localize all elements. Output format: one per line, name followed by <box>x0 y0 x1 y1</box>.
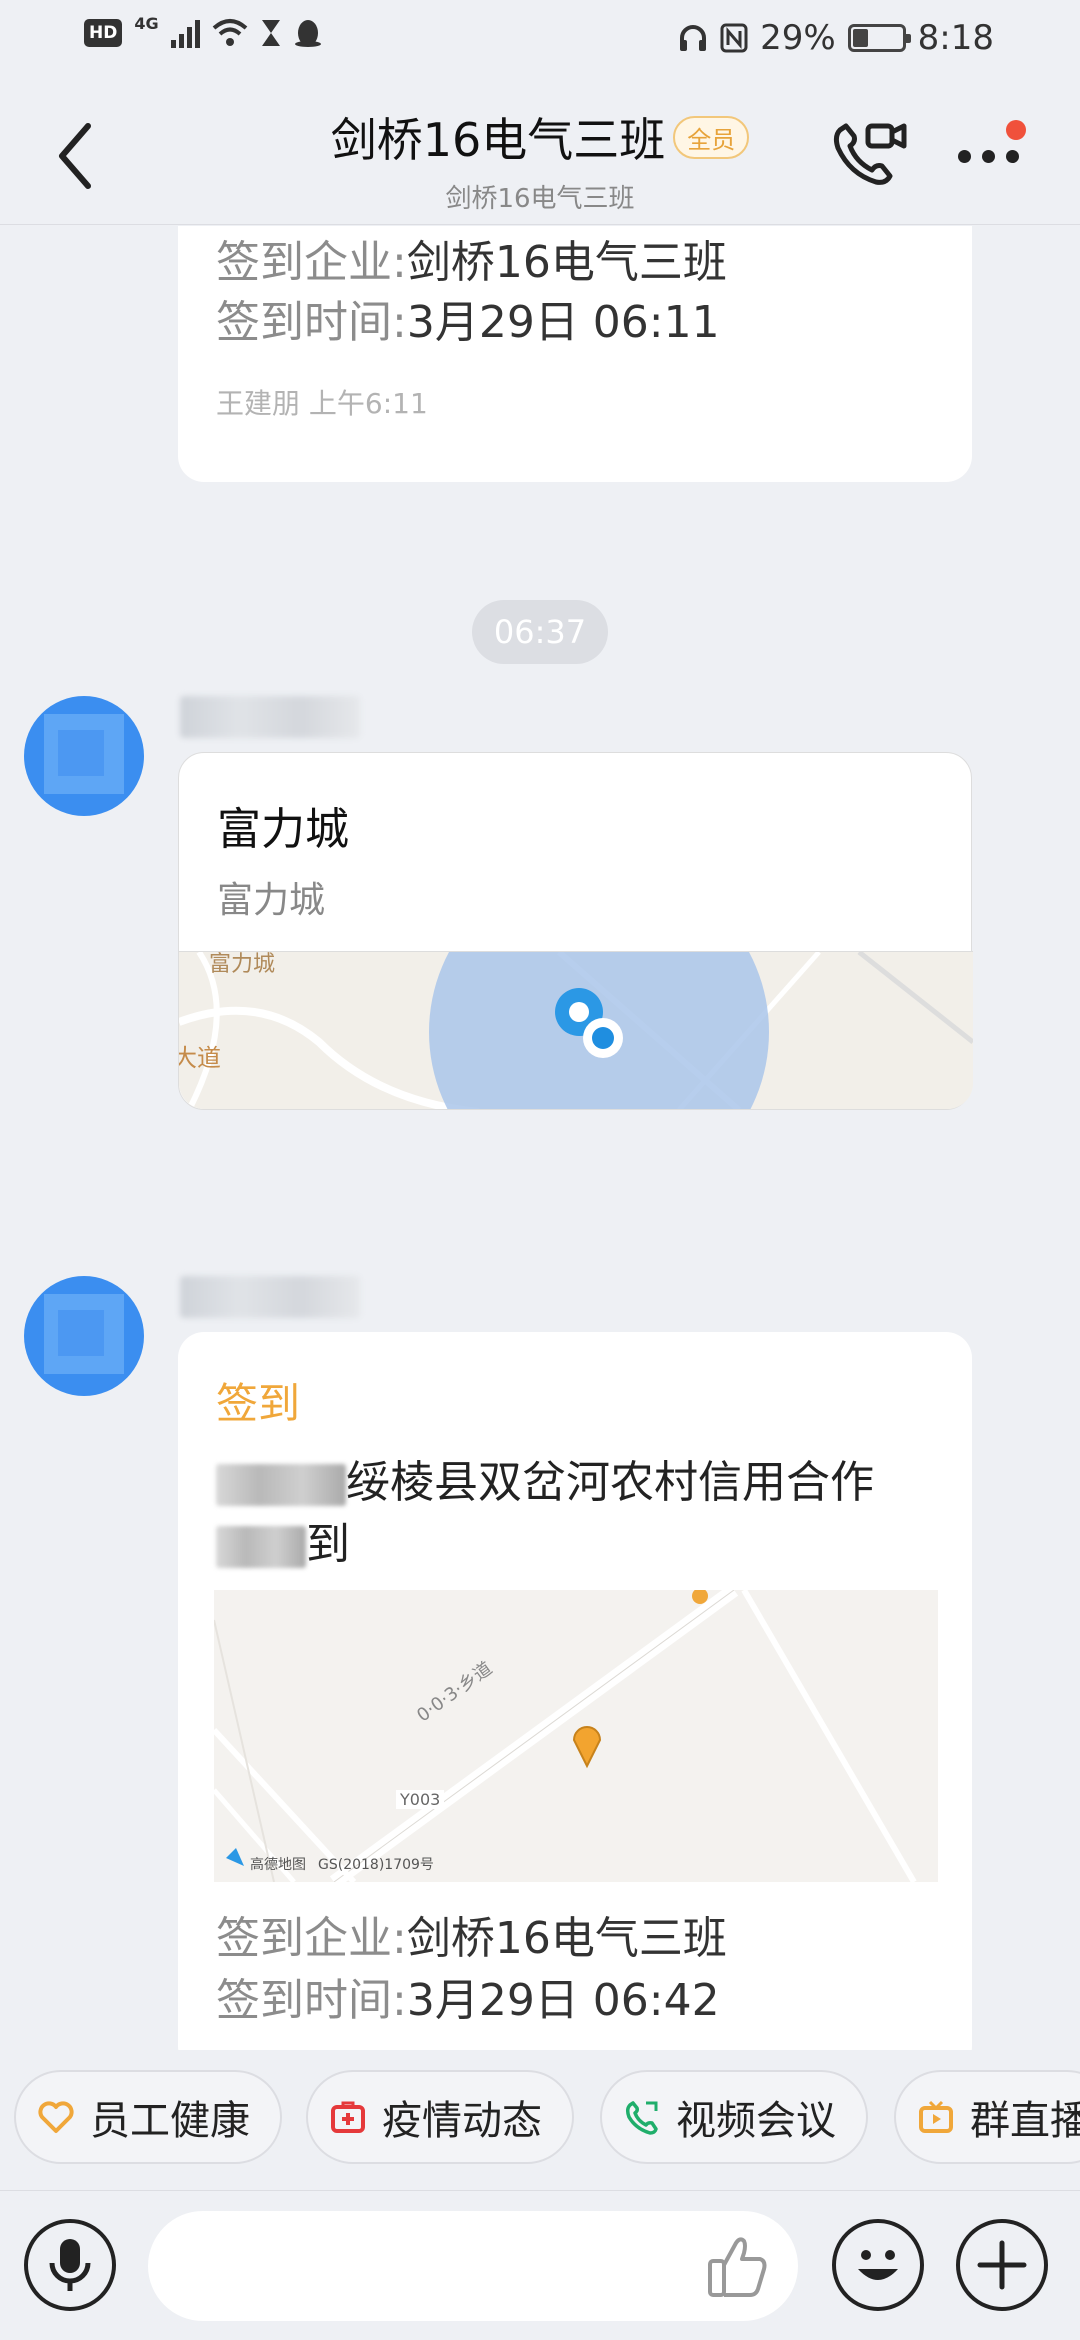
heart-icon <box>38 2101 74 2133</box>
plus-button[interactable] <box>956 2219 1048 2311</box>
checkin-suffix: 到 <box>306 1519 350 1570</box>
checkin-map[interactable]: 0·0·3·乡道 Y003 高德地图 GS(2018)1709号 <box>214 1590 938 1882</box>
tv-icon <box>919 2100 953 2133</box>
map-graphic <box>179 952 973 1109</box>
nfc-icon <box>720 23 748 53</box>
map-license: GS(2018)1709号 <box>318 1857 434 1873</box>
network-type: 4G <box>134 13 159 33</box>
voice-button[interactable] <box>24 2219 116 2311</box>
time-label: 签到时间: <box>216 1975 407 2026</box>
map-provider-logo: 高德地图 <box>250 1857 306 1873</box>
wifi-icon <box>212 19 247 46</box>
redacted-text <box>216 1526 306 1568</box>
time-value: 3月29日 06:11 <box>406 297 720 348</box>
map-label: 富力城 <box>209 952 276 977</box>
emoji-icon <box>858 2250 898 2280</box>
microphone-icon <box>49 2239 91 2291</box>
checkin-time-row: 签到时间:3月29日 06:42 <box>216 1964 720 2028</box>
checkin-place: 绥棱县双岔河农村信用合作 <box>346 1457 874 1508</box>
avatar[interactable] <box>24 1276 144 1396</box>
all-members-badge: 全员 <box>673 115 750 159</box>
chip-label: 疫情动态 <box>382 2098 542 2144</box>
time-value: 3月29日 06:42 <box>406 1975 720 2026</box>
avatar[interactable] <box>24 696 144 816</box>
checkin-card[interactable]: 签到企业:剑桥16电气三班 签到时间:3月29日 06:11 王建朋 上午6:1… <box>178 226 972 482</box>
time-divider: 06:37 <box>472 600 608 664</box>
location-title: 富力城 <box>217 804 349 855</box>
company-value: 剑桥16电气三班 <box>406 1913 727 1964</box>
title-area: 剑桥16电气三班 全员 剑桥16电气三班 <box>0 104 1080 215</box>
map-graphic <box>214 1590 938 1882</box>
chat-subtitle: 剑桥16电气三班 <box>445 184 635 214</box>
company-label: 签到企业: <box>216 237 407 288</box>
penguin-icon <box>294 20 321 47</box>
time-label: 签到时间: <box>216 297 407 348</box>
plus-icon <box>977 2240 1027 2290</box>
quick-action-epidemic[interactable]: 疫情动态 <box>306 2070 574 2164</box>
company-value: 剑桥16电气三班 <box>406 237 727 288</box>
location-subtitle: 富力城 <box>217 880 326 921</box>
sender-name-blurred <box>180 1276 360 1318</box>
chip-label: 员工健康 <box>90 2098 250 2144</box>
checkin-company-row: 签到企业:剑桥16电气三班 <box>216 226 727 290</box>
chat-title: 剑桥16电气三班 <box>330 113 666 167</box>
thumbs-up-icon[interactable] <box>704 2231 774 2301</box>
checkin-tag: 签到 <box>216 1379 301 1428</box>
redacted-text <box>216 1464 346 1506</box>
message-list[interactable]: 签到企业:剑桥16电气三班 签到时间:3月29日 06:11 王建朋 上午6:1… <box>0 226 1080 2050</box>
quick-action-video-meeting[interactable]: 视频会议 <box>600 2070 868 2164</box>
checkin-text-line1: 绥棱县双岔河农村信用合作 <box>216 1446 874 1510</box>
chat-header: 剑桥16电气三班 全员 剑桥16电气三班 <box>0 80 1080 225</box>
quick-action-health[interactable]: 员工健康 <box>14 2070 282 2164</box>
notification-dot <box>1006 120 1026 140</box>
chip-label: 群直播 <box>970 2098 1080 2144</box>
company-label: 签到企业: <box>216 1913 407 1964</box>
battery-icon <box>847 24 911 52</box>
sender-name-blurred <box>180 696 360 738</box>
more-options-button[interactable] <box>958 120 1038 190</box>
quick-action-bar[interactable]: 员工健康 疫情动态 视频会议 群直播 <box>0 2050 1080 2190</box>
signal-icon <box>170 18 200 48</box>
medical-kit-icon <box>331 2101 365 2133</box>
emoji-button[interactable] <box>832 2219 924 2311</box>
hourglass-icon <box>261 20 280 46</box>
clock: 8:18 <box>917 18 994 58</box>
quick-action-live[interactable]: 群直播 <box>894 2070 1080 2164</box>
sender-time: 王建朋 上午6:11 <box>216 387 428 420</box>
map-label: 大道 <box>179 1044 221 1072</box>
status-bar: HD 4G 29% 8:18 <box>0 0 1080 80</box>
video-call-icon[interactable] <box>830 118 910 188</box>
road-label: Y003 <box>396 1790 445 1809</box>
checkin-card[interactable]: 签到 绥棱县双岔河农村信用合作 到 0·0·3·乡道 Y003 高德地图 GS(… <box>178 1332 972 2050</box>
battery-percent: 29% <box>760 18 836 58</box>
video-call-icon <box>625 2101 658 2135</box>
hd-icon: HD <box>84 19 123 47</box>
checkin-text-line2: 到 <box>216 1508 350 1572</box>
checkin-company-row: 签到企业:剑桥16电气三班 <box>216 1902 727 1966</box>
location-card[interactable]: 富力城 富力城 富力城 大道 <box>178 752 973 1110</box>
input-bar <box>0 2190 1080 2340</box>
checkin-time-row: 签到时间:3月29日 06:11 <box>216 286 720 350</box>
message-input[interactable] <box>148 2211 798 2321</box>
location-map[interactable]: 富力城 大道 <box>179 951 973 1109</box>
headphones-icon <box>680 25 707 51</box>
chip-label: 视频会议 <box>676 2098 836 2144</box>
